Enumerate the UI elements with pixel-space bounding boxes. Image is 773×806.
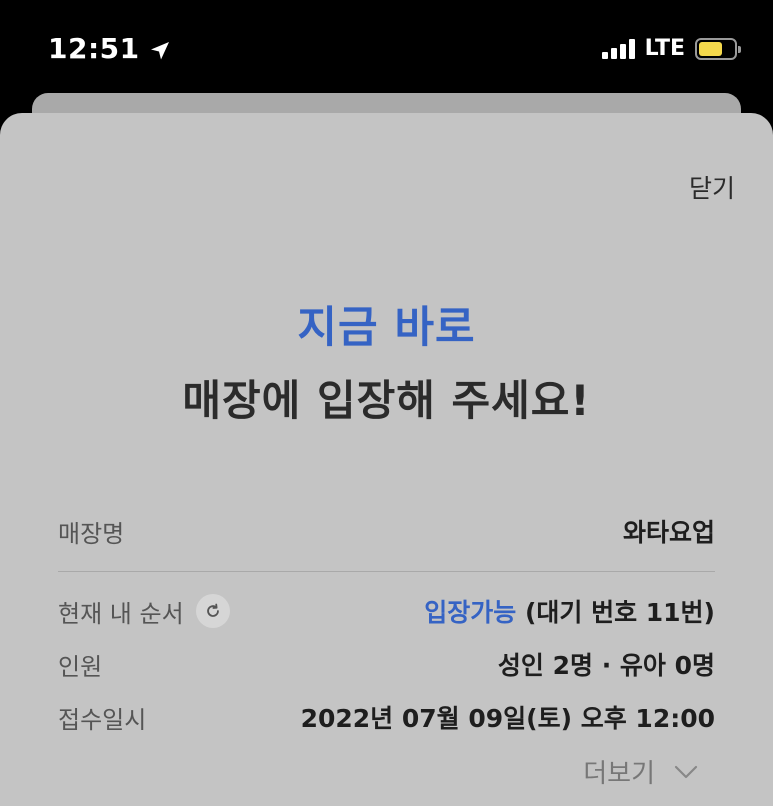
queue-label-text: 현재 내 순서 [58,599,184,628]
status-time: 12:51 [48,32,172,65]
waitlist-sheet: 닫기 지금 바로 매장에 입장해 주세요! 매장명 와타요업 현재 내 순서 입… [0,113,773,806]
cellular-signal-icon [601,38,635,59]
more-button[interactable]: 더보기 [583,753,699,790]
location-arrow-icon [148,37,172,61]
info-row-party: 인원 성인 2명 · 유아 0명 [58,646,715,682]
received-label: 접수일시 [58,705,147,734]
network-type: LTE [644,36,685,61]
refresh-icon [206,603,219,617]
status-indicators: LTE [601,36,741,61]
entry-available-status: 입장가능 [424,598,517,627]
queue-value: 입장가능 (대기 번호 11번) [424,593,715,629]
received-value: 2022년 07월 09일(토) 오후 12:00 [300,704,715,733]
wait-number: (대기 번호 11번) [524,598,715,627]
party-label: 인원 [58,652,103,681]
status-bar: 12:51 LTE [0,0,773,95]
refresh-button[interactable] [195,594,230,628]
info-row-queue: 현재 내 순서 입장가능 (대기 번호 11번) [58,593,715,629]
battery-icon [695,37,741,60]
close-button[interactable]: 닫기 [689,169,735,205]
divider [58,571,715,572]
chevron-down-icon [674,765,698,778]
headline-accent: 지금 바로 [297,303,476,353]
headline-main: 매장에 입장해 주세요! [182,376,591,425]
more-label: 더보기 [583,759,655,789]
info-row-received: 접수일시 2022년 07월 09일(토) 오후 12:00 [58,699,715,735]
queue-label: 현재 내 순서 [58,594,230,629]
party-value: 성인 2명 · 유아 0명 [497,651,715,680]
store-name-label: 매장명 [58,519,125,548]
info-row-store: 매장명 와타요업 [58,513,715,549]
time-text: 12:51 [48,32,140,65]
store-name-value: 와타요업 [622,518,715,547]
